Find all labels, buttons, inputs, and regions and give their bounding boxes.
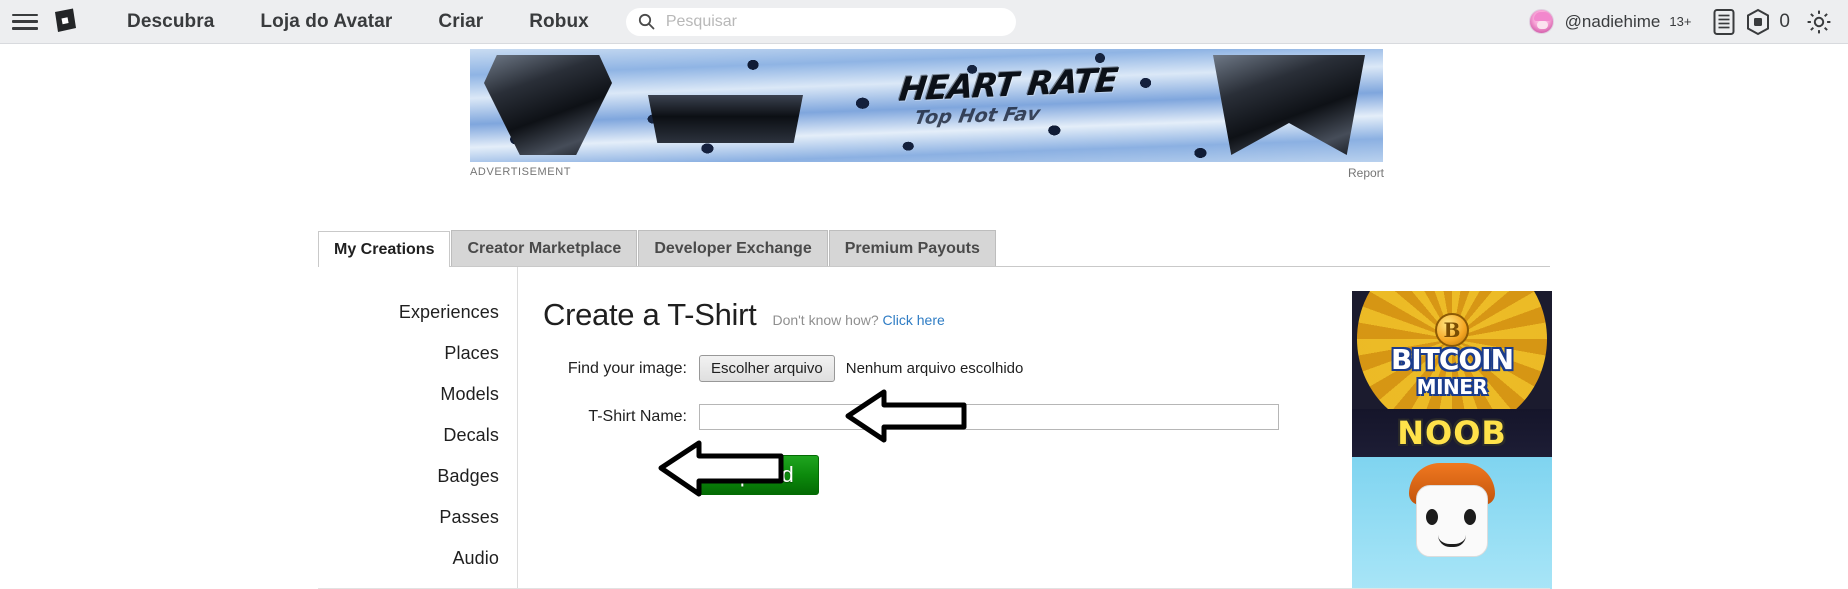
tab-bar: My Creations Creator Marketplace Develop… xyxy=(318,230,1550,267)
roblox-logo-icon[interactable] xyxy=(48,7,78,37)
robux-icon[interactable] xyxy=(1743,7,1773,37)
sidebar-item-decals[interactable]: Decals xyxy=(443,415,517,456)
sidebar-ad-tagline: NOOB xyxy=(1352,409,1552,457)
username-label[interactable]: @nadiehime xyxy=(1565,12,1661,32)
nav-left-group: Descubra Loja do Avatar Criar Robux xyxy=(0,7,1016,37)
gear-icon[interactable] xyxy=(1804,7,1834,37)
character-eye-left xyxy=(1426,509,1438,525)
tshirt-name-input[interactable] xyxy=(699,404,1279,430)
nav-link-criar[interactable]: Criar xyxy=(415,11,506,33)
ad-garment-left xyxy=(484,55,612,155)
sidebar-ad-character xyxy=(1352,457,1552,589)
hamburger-menu-icon[interactable] xyxy=(12,12,38,32)
search-icon xyxy=(638,13,655,30)
sidebar-item-models[interactable]: Models xyxy=(440,374,517,415)
sidebar-item-experiences[interactable]: Experiences xyxy=(399,292,517,333)
ad-report-link[interactable]: Report xyxy=(1348,166,1384,180)
ad-garment-right xyxy=(1213,55,1365,155)
nav-link-descubra[interactable]: Descubra xyxy=(104,11,237,33)
search-input[interactable] xyxy=(663,11,1004,32)
choose-file-button[interactable]: Escolher arquivo xyxy=(699,355,835,382)
bitcoin-coin-icon: B xyxy=(1435,313,1469,347)
tshirt-name-label: T-Shirt Name: xyxy=(588,408,687,425)
upload-button[interactable]: Upload xyxy=(699,455,819,495)
creations-sidebar: Experiences Places Models Decals Badges … xyxy=(318,267,518,589)
sidebar-item-places[interactable]: Places xyxy=(444,333,517,374)
tab-creator-marketplace[interactable]: Creator Marketplace xyxy=(451,230,638,266)
sidebar-ad-subtitle: MINER xyxy=(1416,375,1488,399)
ad-banner-subtitle: Top Hot Fav xyxy=(912,102,1042,130)
find-image-label: Find your image: xyxy=(567,359,687,377)
sidebar-item-audio[interactable]: Audio xyxy=(452,538,517,579)
panel-hint: Don't know how? Click here xyxy=(772,312,944,328)
character-eye-right xyxy=(1464,509,1476,525)
tab-my-creations[interactable]: My Creations xyxy=(318,231,451,267)
ad-banner-title: HEART RATE xyxy=(897,60,1120,109)
robux-amount[interactable]: 0 xyxy=(1779,11,1790,33)
advertisement-banner-container: HEART RATE Top Hot Fav xyxy=(470,49,1383,162)
age-badge: 13+ xyxy=(1669,14,1692,29)
advertisement-label: ADVERTISEMENT xyxy=(470,166,572,178)
chosen-file-name: Nenhum arquivo escolhido xyxy=(845,360,1024,377)
tab-developer-exchange[interactable]: Developer Exchange xyxy=(638,230,828,266)
tab-premium-payouts[interactable]: Premium Payouts xyxy=(828,230,996,266)
nav-link-loja-do-avatar[interactable]: Loja do Avatar xyxy=(237,11,415,33)
sidebar-item-badges[interactable]: Badges xyxy=(437,456,517,497)
sidebar-ad-header: B BITCOIN MINER xyxy=(1352,291,1552,434)
click-here-link[interactable]: Click here xyxy=(883,312,945,328)
nav-right-group: @nadiehime 13+ 0 xyxy=(1528,7,1848,37)
top-navigation-bar: Descubra Loja do Avatar Criar Robux @nad… xyxy=(0,0,1848,44)
nav-link-robux[interactable]: Robux xyxy=(506,11,612,33)
advertisement-banner-image[interactable]: HEART RATE Top Hot Fav xyxy=(470,49,1383,162)
search-box[interactable] xyxy=(625,7,1016,36)
ad-garment-center xyxy=(648,95,803,143)
page-body: HEART RATE Top Hot Fav ADVERTISEMENT Rep… xyxy=(0,44,1848,589)
avatar[interactable] xyxy=(1528,9,1554,34)
list-document-icon[interactable] xyxy=(1709,7,1739,37)
sidebar-item-passes[interactable]: Passes xyxy=(439,497,517,538)
sidebar-advertisement[interactable]: B BITCOIN MINER NOOB xyxy=(1352,291,1552,589)
sidebar-ad-title: BITCOIN xyxy=(1390,343,1514,376)
panel-hint-text: Don't know how? xyxy=(772,312,879,328)
page-title: Create a T-Shirt xyxy=(543,297,757,332)
